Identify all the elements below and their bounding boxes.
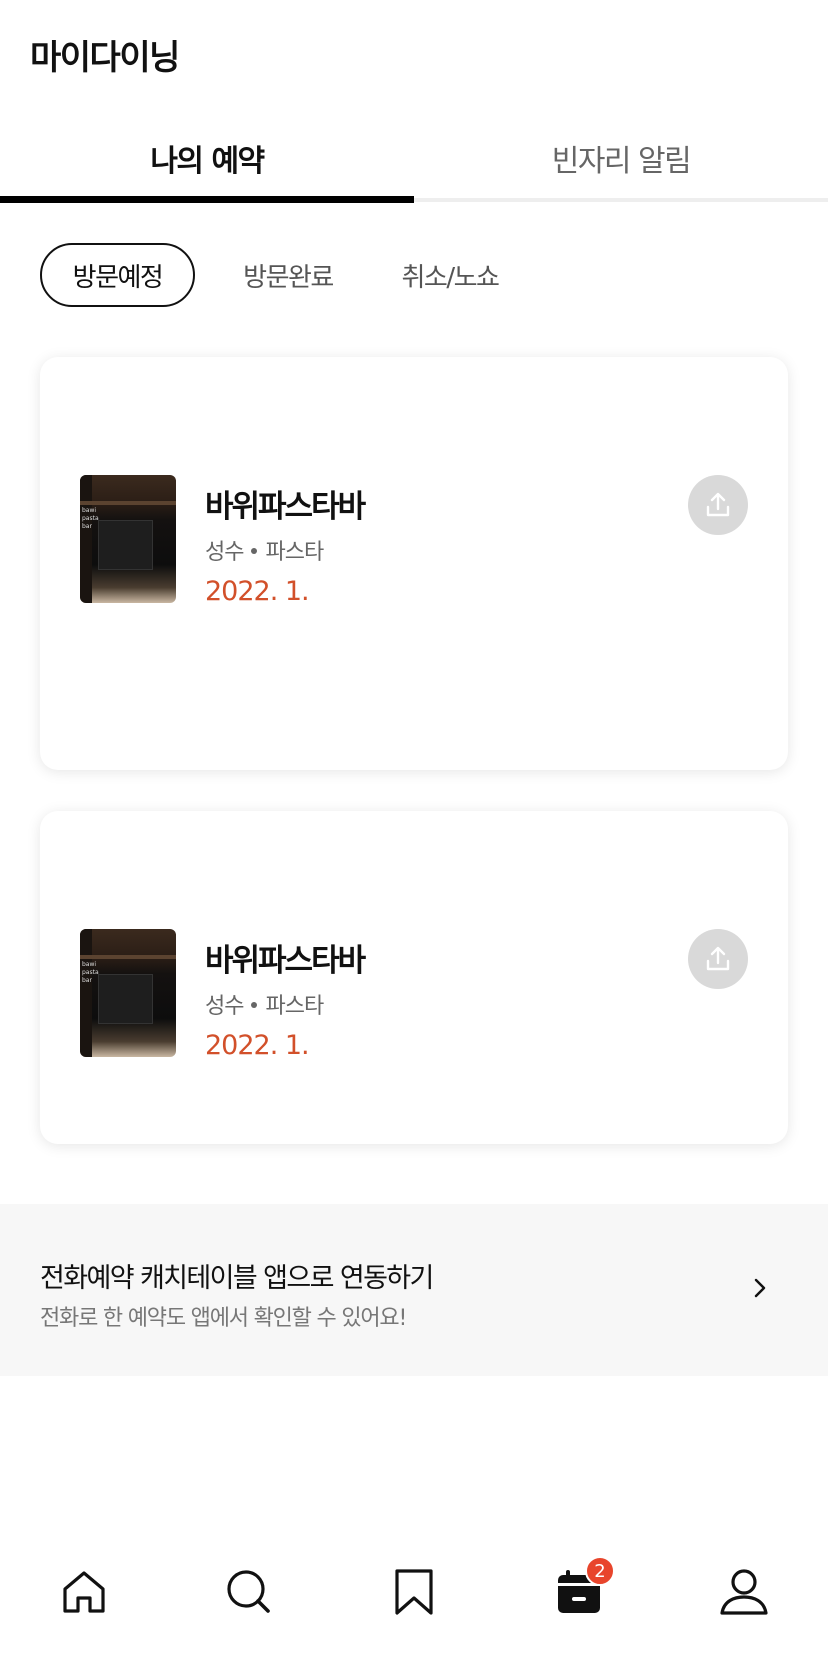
banner-subtitle: 전화로 한 예약도 앱에서 확인할 수 있어요! <box>40 1306 407 1331</box>
thumbnail-sign-text: bawi pasta bar <box>82 507 99 530</box>
reservation-date: 2022. 1. <box>205 1030 310 1061</box>
reservation-count-badge: 2 <box>585 1556 615 1586</box>
filter-upcoming[interactable]: 방문예정 <box>40 243 195 307</box>
reservation-info: 바위파스타바 성수 파스타 2022. 1. <box>205 935 366 1061</box>
reservation-date: 2022. 1. <box>205 576 310 607</box>
restaurant-category: 파스타 <box>265 994 324 1019</box>
restaurant-category: 파스타 <box>265 540 324 565</box>
share-button[interactable] <box>688 475 748 535</box>
tab-bar: 나의 예약 빈자리 알림 <box>0 110 828 206</box>
tab-active-indicator <box>0 196 414 203</box>
nav-saved[interactable] <box>384 1562 444 1622</box>
bottom-navigation: 2 <box>0 1540 828 1640</box>
phone-reservation-link-banner[interactable]: 전화예약 캐치테이블 앱으로 연동하기 전화로 한 예약도 앱에서 확인할 수 … <box>0 1204 828 1376</box>
restaurant-name: 바위파스타바 <box>205 489 366 525</box>
bookmark-icon <box>395 1569 433 1615</box>
banner-title: 전화예약 캐치테이블 앱으로 연동하기 <box>40 1263 434 1294</box>
reservation-card[interactable]: bawi pasta bar 바위파스타바 성수 파스타 2022. 1. <box>40 357 788 770</box>
profile-icon <box>720 1569 768 1615</box>
restaurant-meta: 성수 파스타 <box>205 534 364 566</box>
share-icon <box>706 492 730 517</box>
my-dining-page: 마이다이닝 나의 예약 빈자리 알림 방문예정 방문완료 취소/노쇼 bawi p… <box>0 0 828 1671</box>
reservation-info: 바위파스타바 성수 파스타 2022. 1. <box>205 481 366 607</box>
nav-home[interactable] <box>54 1562 114 1622</box>
thumbnail-sign-text: bawi pasta bar <box>82 961 99 984</box>
restaurant-thumbnail: bawi pasta bar <box>80 929 176 1057</box>
tab-vacancy-alerts[interactable]: 빈자리 알림 <box>414 110 828 206</box>
chevron-right-icon <box>754 1278 766 1298</box>
share-icon <box>706 946 730 971</box>
search-icon <box>227 1570 270 1613</box>
separator-dot <box>251 548 258 554</box>
home-icon <box>63 1571 105 1613</box>
reservation-card[interactable]: bawi pasta bar 바위파스타바 성수 파스타 2022. 1. <box>40 811 788 1144</box>
separator-dot <box>251 1002 258 1008</box>
restaurant-meta: 성수 파스타 <box>205 988 364 1020</box>
restaurant-thumbnail: bawi pasta bar <box>80 475 176 603</box>
restaurant-area: 성수 <box>205 994 244 1019</box>
nav-profile[interactable] <box>714 1562 774 1622</box>
nav-search[interactable] <box>219 1562 279 1622</box>
restaurant-area: 성수 <box>205 540 244 565</box>
tab-my-reservations[interactable]: 나의 예약 <box>0 110 414 206</box>
share-button[interactable] <box>688 929 748 989</box>
restaurant-name: 바위파스타바 <box>205 943 366 979</box>
filter-cancelled-noshow[interactable]: 취소/노쇼 <box>385 243 515 307</box>
filter-visited[interactable]: 방문완료 <box>218 243 358 307</box>
page-title: 마이다이닝 <box>30 38 180 78</box>
